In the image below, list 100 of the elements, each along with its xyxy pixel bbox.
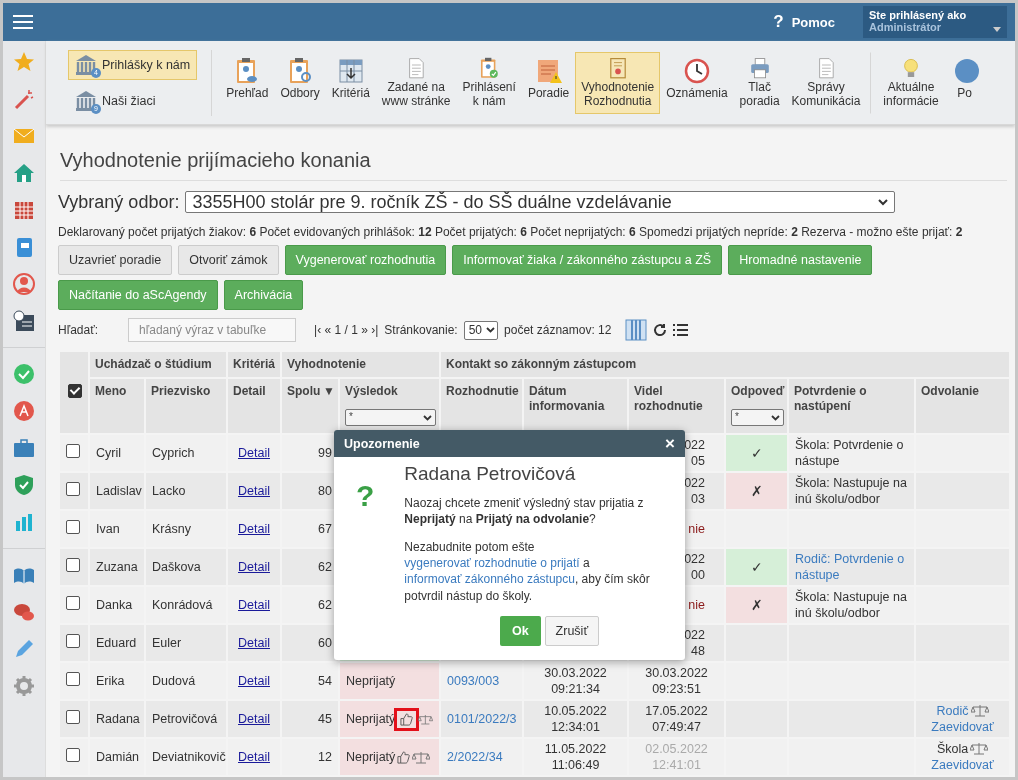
search-label: Hľadať: [58, 323, 99, 337]
last-name: Euler [152, 635, 182, 650]
bar-chart-icon[interactable] [13, 511, 35, 533]
row-checkbox[interactable] [66, 747, 80, 762]
action-button[interactable]: Otvoriť zámok [178, 245, 279, 275]
calendar-grid-icon[interactable] [13, 199, 35, 221]
menu-icon[interactable] [13, 13, 33, 31]
action-button[interactable]: Uzavrieť poradie [58, 245, 173, 275]
row-checkbox[interactable] [66, 595, 80, 610]
pager-nav[interactable]: |‹ « 1 / 1 » ›| [314, 323, 379, 337]
informed-date: 10.05.2022 12:34:01 [544, 703, 607, 734]
person-icon[interactable] [13, 273, 35, 295]
seen-date: 022 00 [684, 551, 705, 582]
toolbar-button[interactable]: Odbory [274, 51, 326, 114]
seen-date: 022 05 [684, 437, 705, 468]
caret-icon [993, 27, 1001, 32]
toolbar-button[interactable]: Vyhodnotenie Rozhodnutia [575, 51, 661, 114]
inline-link[interactable]: informovať zákonného zástupcu [404, 572, 575, 587]
last-name: Krásny [152, 521, 191, 536]
last-name: Konrádová [152, 597, 213, 612]
help-link[interactable]: ? Pomoc [773, 12, 835, 32]
column-group-header: Vyhodnotenie [287, 357, 366, 371]
row-checkbox[interactable] [66, 481, 80, 496]
result-text: Neprijatý [346, 672, 396, 690]
cancel-button[interactable]: Zrušiť [544, 615, 600, 646]
column-header[interactable]: Výsledok [345, 384, 436, 399]
toolbar-button[interactable]: Poradie [521, 51, 576, 114]
column-header[interactable]: Spolu [287, 384, 321, 399]
toolbar-button[interactable]: Zadané na www stránke [375, 51, 457, 114]
column-group-header: Kontakt so zákonným zástupcom [446, 357, 637, 371]
score: 54 [318, 673, 332, 688]
score: 45 [318, 711, 332, 726]
sort-arrow[interactable]: ▼ [323, 384, 335, 399]
pencil-icon[interactable] [13, 638, 35, 660]
check-badge-icon[interactable] [13, 363, 35, 385]
first-name: Zuzana [96, 559, 138, 574]
grade-badge-icon[interactable] [13, 400, 35, 422]
row-checkbox[interactable] [66, 557, 80, 572]
inline-link[interactable]: vygenerovať rozhodnutie o prijatí [404, 556, 580, 571]
refresh-icon[interactable] [653, 323, 668, 337]
row-checkbox[interactable] [66, 671, 80, 686]
scales-icon[interactable] [412, 750, 431, 764]
check-mark: ✓ [750, 444, 763, 461]
calendar-clock-icon[interactable] [13, 310, 35, 332]
program-select[interactable]: 3355H00 stolár pre 9. ročník ZŠ - do SŠ duálne vzdelávanie [185, 191, 896, 213]
question-icon: ? [356, 479, 375, 616]
register-link[interactable]: Zaevidovať [931, 720, 994, 734]
close-button[interactable]: × [665, 435, 675, 452]
toolbar-button[interactable]: Správy Komunikácia [785, 51, 867, 114]
chat-bubbles-icon[interactable] [13, 601, 35, 623]
register-link[interactable]: Zaevidovať [931, 758, 994, 772]
scales-icon[interactable] [418, 712, 433, 726]
score: 62 [318, 597, 332, 612]
briefcase-icon[interactable] [13, 437, 35, 459]
chevron-icon [878, 198, 889, 206]
result-text: Neprijatý [346, 710, 396, 728]
seen-date: 022 48 [684, 627, 705, 658]
check-mark: ✓ [750, 558, 763, 575]
toolbar-button[interactable]: Aktuálne informácie [870, 51, 945, 114]
cross-mark: ✗ [750, 482, 763, 499]
last-name: Deviatnikovič [152, 749, 226, 764]
row-checkbox[interactable] [66, 519, 80, 534]
toolbar-button[interactable]: Prihlásení k nám [456, 51, 522, 114]
home-icon[interactable] [13, 162, 35, 184]
user-menu[interactable]: Ste prihlásený ako Administrátor [863, 6, 1007, 38]
star-icon[interactable] [13, 51, 35, 73]
score: 67 [318, 521, 332, 536]
seen-date: nie [688, 521, 705, 536]
row-checkbox[interactable] [66, 709, 80, 724]
toolbar-button[interactable]: Prehľad [220, 51, 275, 114]
shield-check-icon[interactable] [13, 474, 35, 496]
table-icon [336, 56, 365, 85]
thumbs-up-icon[interactable] [397, 750, 411, 764]
list-icon[interactable] [673, 324, 689, 336]
toolbar-button[interactable]: Tlač poradia [733, 51, 786, 114]
toolbar-button[interactable]: Oznámenia [660, 51, 734, 114]
chevron-icon [423, 414, 432, 421]
gear-icon[interactable] [13, 675, 35, 697]
program-label: Vybraný odbor: [58, 191, 180, 213]
row-checkbox[interactable] [66, 633, 80, 648]
search-field[interactable]: hľadaný výraz v tabuľke [128, 318, 297, 342]
answer-filter[interactable]: * [731, 409, 784, 426]
columns-icon[interactable] [625, 319, 648, 341]
result-filter[interactable]: * [345, 409, 436, 426]
dialog-reminder: Nezabudnite potom ešte vygenerovať rozhodnutie o prijatí a informovať zákonného zástupcu, aby čím skôr potvrdil nástup do školy. [404, 539, 651, 604]
first-name: Erika [96, 673, 125, 688]
first-name: Eduard [96, 635, 137, 650]
row-checkbox[interactable] [66, 443, 80, 458]
column-header[interactable]: Odpoveď [731, 384, 784, 399]
select-all-checkbox[interactable] [68, 383, 82, 398]
first-name: Cyril [96, 445, 121, 460]
magic-wand-icon[interactable] [13, 88, 35, 110]
last-name: Daškova [152, 559, 201, 574]
chevron-icon [486, 327, 496, 333]
confirmation-text: Škola: Potvrdenie o nástupe [795, 436, 905, 470]
appeal-party: Škola [936, 740, 969, 757]
toolbar-button[interactable]: Po [944, 51, 985, 114]
page-size-select[interactable]: 50 [463, 320, 499, 340]
seen-date: nie [688, 597, 705, 612]
toolbar-button[interactable]: Kritériá [325, 51, 376, 114]
